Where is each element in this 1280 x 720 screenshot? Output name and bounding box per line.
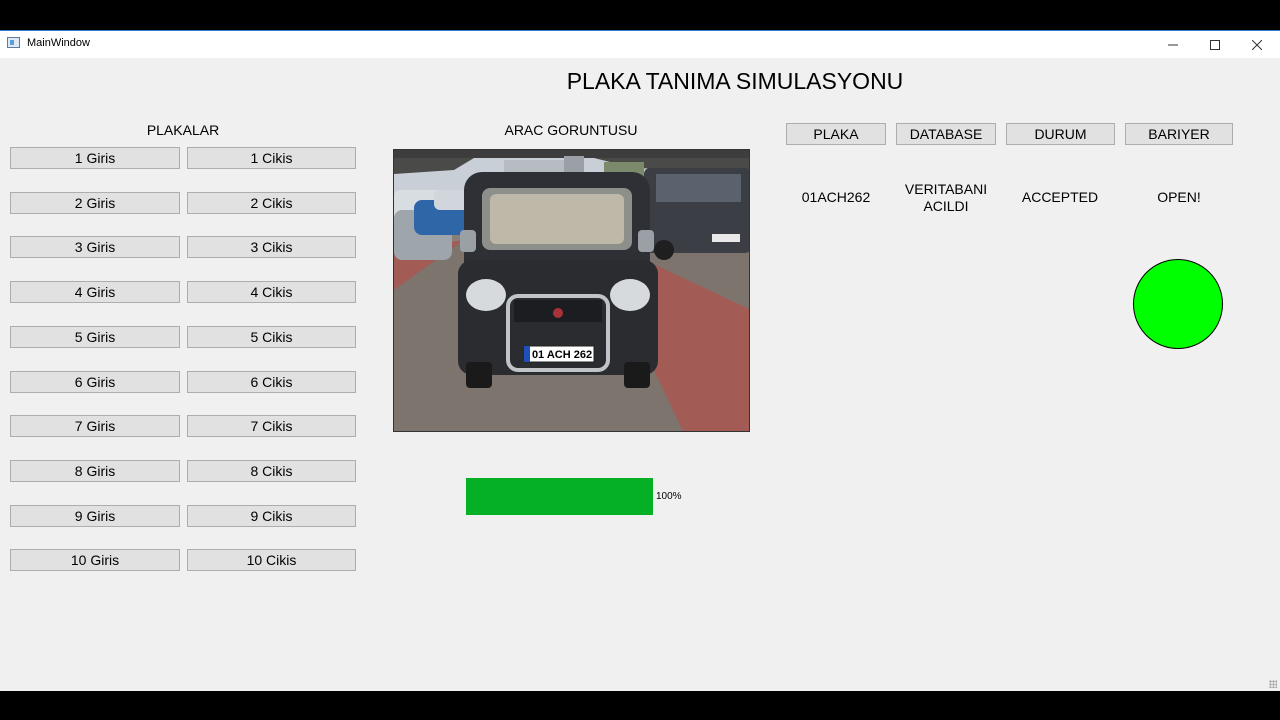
exit-button-7[interactable]: 7 Cikis — [187, 415, 356, 437]
maximize-icon — [1210, 39, 1220, 50]
resize-grip[interactable] — [1269, 680, 1277, 688]
exit-button-9[interactable]: 9 Cikis — [187, 505, 356, 527]
app-icon — [7, 37, 20, 48]
progress-text: 100% — [656, 491, 682, 502]
exit-button-4[interactable]: 4 Cikis — [187, 281, 356, 303]
vehicle-photo-illustration: 01 ACH 262 — [394, 150, 749, 431]
window-title: MainWindow — [27, 37, 90, 49]
exit-button-5[interactable]: 5 Cikis — [187, 326, 356, 348]
status-button[interactable]: DURUM — [1006, 123, 1115, 145]
main-window: MainWindow PLAKA TANIMA SIMULASYONU PLAK… — [0, 30, 1280, 691]
barrier-status-light — [1133, 259, 1223, 349]
vehicle-image: 01 ACH 262 — [393, 149, 750, 432]
exit-button-3[interactable]: 3 Cikis — [187, 236, 356, 258]
close-icon — [1252, 39, 1262, 50]
entry-button-3[interactable]: 3 Giris — [10, 236, 180, 258]
page-title: PLAKA TANIMA SIMULASYONU — [566, 68, 904, 94]
progress-bar — [466, 478, 653, 515]
barrier-value: OPEN! — [1157, 189, 1201, 205]
database-value-line1: VERITABANI — [904, 181, 988, 197]
database-value-line2: ACILDI — [923, 198, 969, 214]
exit-button-10[interactable]: 10 Cikis — [187, 549, 356, 571]
maximize-button[interactable] — [1194, 31, 1236, 58]
entry-button-6[interactable]: 6 Giris — [10, 371, 180, 393]
exit-button-6[interactable]: 6 Cikis — [187, 371, 356, 393]
exit-button-2[interactable]: 2 Cikis — [187, 192, 356, 214]
minimize-icon — [1168, 44, 1178, 45]
entry-button-2[interactable]: 2 Giris — [10, 192, 180, 214]
close-button[interactable] — [1236, 31, 1278, 58]
title-bar: MainWindow — [0, 31, 1280, 58]
exit-button-1[interactable]: 1 Cikis — [187, 147, 356, 169]
minimize-button[interactable] — [1152, 31, 1194, 58]
database-button[interactable]: DATABASE — [896, 123, 996, 145]
status-value: ACCEPTED — [1021, 189, 1099, 205]
barrier-button[interactable]: BARIYER — [1125, 123, 1233, 145]
plates-label: PLAKALAR — [146, 122, 220, 138]
entry-button-9[interactable]: 9 Giris — [10, 505, 180, 527]
database-value: VERITABANI ACILDI — [891, 181, 1001, 215]
entry-button-1[interactable]: 1 Giris — [10, 147, 180, 169]
entry-button-5[interactable]: 5 Giris — [10, 326, 180, 348]
entry-button-8[interactable]: 8 Giris — [10, 460, 180, 482]
entry-button-4[interactable]: 4 Giris — [10, 281, 180, 303]
entry-button-10[interactable]: 10 Giris — [10, 549, 180, 571]
plate-value: 01ACH262 — [801, 189, 871, 205]
license-plate: 01 ACH 262 — [532, 349, 592, 361]
exit-button-8[interactable]: 8 Cikis — [187, 460, 356, 482]
vehicle-image-label: ARAC GORUNTUSU — [504, 122, 638, 138]
entry-button-7[interactable]: 7 Giris — [10, 415, 180, 437]
plate-button[interactable]: PLAKA — [786, 123, 886, 145]
